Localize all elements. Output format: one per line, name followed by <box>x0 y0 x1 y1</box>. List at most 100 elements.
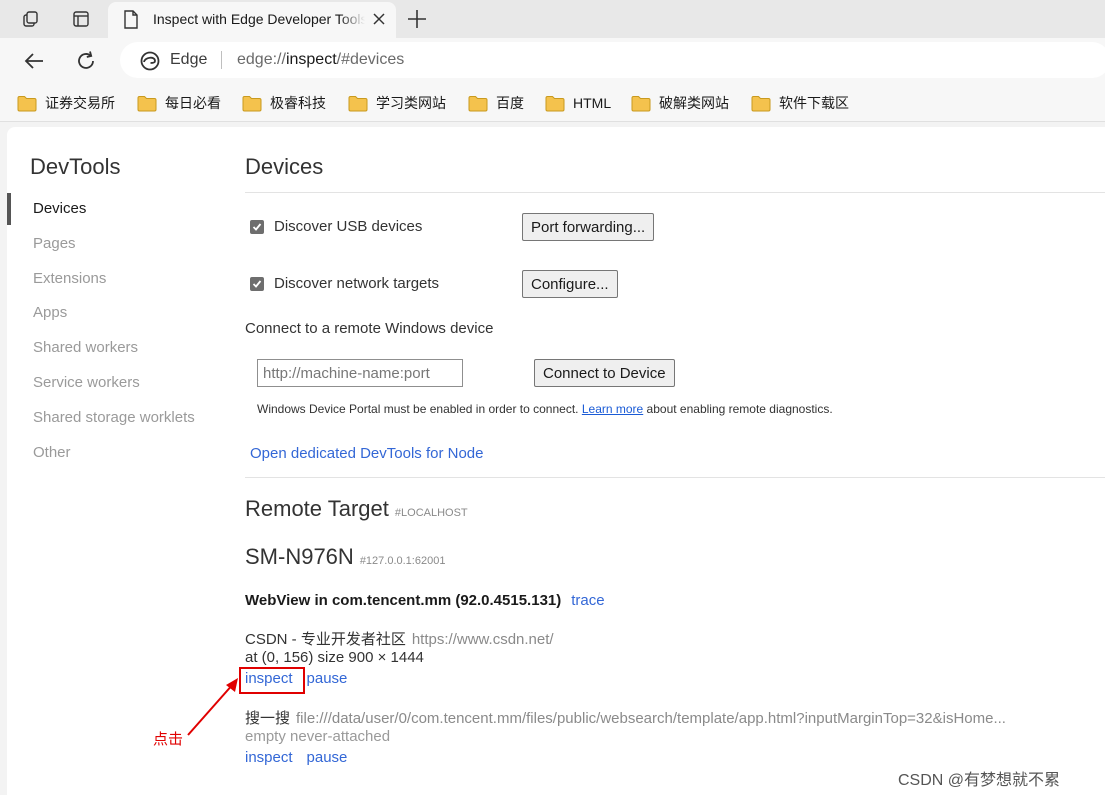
folder-icon <box>631 95 651 111</box>
target-title: 搜一搜 <box>245 710 291 727</box>
pause-link[interactable]: pause <box>307 670 348 687</box>
sidebar-item-other[interactable]: Other <box>33 444 71 461</box>
highlight-box <box>239 667 305 694</box>
target-url: https://www.csdn.net/ <box>411 631 554 648</box>
target-title-row: 搜一搜 file:///data/user/0/com.tencent.mm/fi… <box>245 707 1006 728</box>
browser-row: WebView in com.tencent.mm (92.0.4515.131… <box>245 592 605 609</box>
connect-to-device-button[interactable]: Connect to Device <box>534 359 675 387</box>
watermark: CSDN @有梦想就不累 <box>898 772 1061 789</box>
click-annotation: 点击 <box>153 731 184 748</box>
bookmark-label: HTML <box>573 95 612 111</box>
learn-more-link[interactable]: Learn more <box>582 402 643 416</box>
bookmark-label: 破解类网站 <box>659 95 729 111</box>
folder-icon <box>17 95 37 111</box>
back-arrow-icon <box>24 53 43 69</box>
checkmark-icon <box>252 222 262 231</box>
close-tab-icon[interactable] <box>372 12 386 31</box>
folder-icon <box>468 95 488 111</box>
inspect-link[interactable]: inspect <box>245 749 293 766</box>
bookmark-folder[interactable]: 极睿科技 <box>242 93 326 113</box>
workspaces-button[interactable] <box>14 4 48 34</box>
pause-link[interactable]: pause <box>307 749 348 766</box>
bookmark-folder[interactable]: HTML <box>545 93 611 113</box>
target-meta: at (0, 156) size 900 × 1444 <box>245 649 424 666</box>
folder-icon <box>751 95 771 111</box>
remote-target-heading: Remote Target #LOCALHOST <box>245 496 468 522</box>
remote-target-title: Remote Target <box>245 496 389 521</box>
bookmark-label: 学习类网站 <box>376 95 446 111</box>
inspect-page: DevTools Devices Pages Extensions Apps S… <box>7 127 1105 795</box>
tab-actions-icon <box>73 11 89 27</box>
device-address: #127.0.0.1:62001 <box>359 555 446 567</box>
checkmark-icon <box>252 279 262 288</box>
portal-note-tail: about enabling remote diagnostics. <box>643 402 833 416</box>
divider <box>245 477 1105 478</box>
url-prefix: edge:// <box>237 51 286 68</box>
sidebar-item-devices[interactable]: Devices <box>33 200 86 217</box>
folder-icon <box>348 95 368 111</box>
bookmark-label: 百度 <box>496 95 524 111</box>
target-url: file:///data/user/0/com.tencent.mm/files… <box>296 710 1006 727</box>
portal-note-text: Windows Device Portal must be enabled in… <box>257 402 582 416</box>
divider <box>245 192 1105 193</box>
refresh-button[interactable] <box>73 48 99 74</box>
bookmarks-bar: 证券交易所 每日必看 极睿科技 学习类网站 百度 HTML 破解类网站 软件下载… <box>0 84 1105 122</box>
back-button[interactable] <box>21 48 47 74</box>
active-tab[interactable]: Inspect with Edge Developer Tools <box>108 2 396 38</box>
browser-name: WebView in com.tencent.mm (92.0.4515.131… <box>245 592 562 609</box>
device-name: SM-N976N <box>245 544 354 569</box>
target-meta: empty never-attached <box>245 728 390 745</box>
sidebar-item-apps[interactable]: Apps <box>33 304 67 321</box>
omnibox-separator <box>221 51 222 69</box>
discover-usb-row: Discover USB devices <box>250 218 422 235</box>
target-actions: inspect pause <box>245 749 347 766</box>
machine-address-input[interactable] <box>257 359 463 387</box>
configure-button[interactable]: Configure... <box>522 270 618 298</box>
remote-target-tag: #LOCALHOST <box>394 507 468 519</box>
device-heading: SM-N976N #127.0.0.1:62001 <box>245 544 445 570</box>
folder-icon <box>545 95 565 111</box>
target-title-row: CSDN - 专业开发者社区 https://www.csdn.net/ <box>245 628 554 649</box>
target-meta-text: empty never-attached <box>245 728 391 745</box>
new-tab-icon[interactable] <box>404 6 430 37</box>
discover-network-checkbox[interactable] <box>250 276 264 291</box>
bookmark-folder[interactable]: 每日必看 <box>137 93 221 113</box>
annotation-arrow-icon <box>187 678 238 736</box>
sidebar-item-shared-storage-worklets[interactable]: Shared storage worklets <box>33 409 195 426</box>
bookmark-folder[interactable]: 学习类网站 <box>348 93 446 113</box>
url-suffix: /#devices <box>336 51 405 68</box>
sidebar-active-indicator <box>7 193 11 225</box>
bookmark-folder[interactable]: 破解类网站 <box>631 93 729 113</box>
sidebar-item-shared-workers[interactable]: Shared workers <box>33 339 138 356</box>
folder-icon <box>137 95 157 111</box>
bookmark-folder[interactable]: 百度 <box>468 93 524 113</box>
device-portal-note: Windows Device Portal must be enabled in… <box>257 402 833 416</box>
sidebar-item-extensions[interactable]: Extensions <box>33 270 106 287</box>
bookmark-folder[interactable]: 软件下载区 <box>751 93 849 113</box>
page-title: Devices <box>245 154 324 179</box>
edge-label: Edge <box>170 51 208 68</box>
tab-title: Inspect with Edge Developer Tools <box>153 11 365 27</box>
node-devtools-link[interactable]: Open dedicated DevTools for Node <box>250 445 483 462</box>
remote-windows-label: Connect to a remote Windows device <box>245 320 494 337</box>
address-bar[interactable]: Edge edge://inspect/#devices <box>120 42 1105 78</box>
discover-usb-checkbox[interactable] <box>250 219 264 234</box>
sidebar-item-service-workers[interactable]: Service workers <box>33 374 140 391</box>
url-text[interactable]: edge://inspect/#devices <box>237 51 404 69</box>
target-meta-text: at (0, 156) size 900 × 1444 <box>245 649 424 666</box>
tab-actions-button[interactable] <box>64 4 98 34</box>
discover-usb-label: Discover USB devices <box>274 218 423 235</box>
navigation-bar: Edge edge://inspect/#devices <box>0 38 1105 84</box>
tab-strip: Inspect with Edge Developer Tools <box>0 0 1105 38</box>
bookmark-label: 极睿科技 <box>270 95 326 111</box>
bookmark-folder[interactable]: 证券交易所 <box>17 93 115 113</box>
refresh-icon <box>78 51 94 69</box>
workspaces-icon <box>23 11 38 27</box>
document-icon <box>123 10 139 34</box>
url-host: inspect <box>285 51 337 68</box>
port-forwarding-button[interactable]: Port forwarding... <box>522 213 655 241</box>
trace-link[interactable]: trace <box>571 592 604 609</box>
edge-logo-icon <box>140 51 160 76</box>
discover-network-label: Discover network targets <box>274 275 440 292</box>
sidebar-item-pages[interactable]: Pages <box>33 235 76 252</box>
